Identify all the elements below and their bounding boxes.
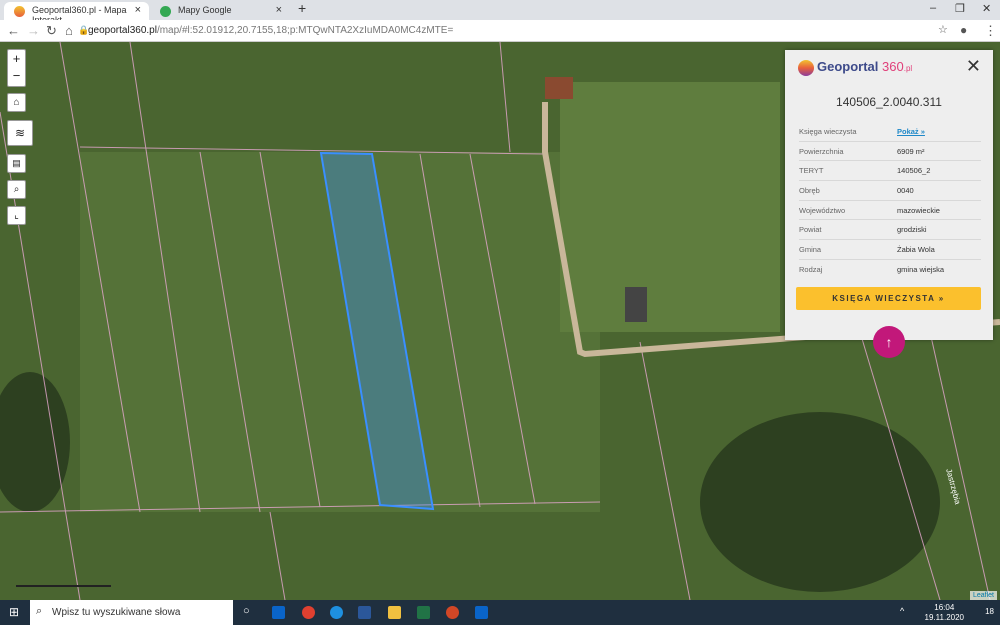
attribute-value: Żabia Wola bbox=[897, 244, 935, 254]
outlook-mail-icon[interactable] bbox=[475, 606, 488, 619]
reload-icon[interactable]: ↻ bbox=[46, 23, 57, 39]
parcel-id: 140506_2.0040.311 bbox=[836, 95, 942, 109]
attribute-row: Obręb 0040 bbox=[799, 181, 981, 201]
file-explorer-icon[interactable] bbox=[388, 606, 401, 619]
logo-suffix: .pl bbox=[903, 64, 913, 73]
attribute-label: Powierzchnia bbox=[799, 146, 844, 156]
print-icon[interactable]: ▤ bbox=[7, 154, 26, 173]
home-view-icon[interactable]: ⌂ bbox=[7, 93, 26, 112]
scale-bar bbox=[16, 585, 111, 587]
attribution-link[interactable]: Leaflet bbox=[969, 591, 997, 600]
taskbar-search[interactable]: ⌕ Wpisz tu wyszukiwane słowa bbox=[30, 600, 233, 625]
tab-label: Mapy Google bbox=[178, 5, 232, 15]
url-field[interactable]: geoportal360.pl/map/#l:52.01912,20.7155,… bbox=[88, 25, 453, 36]
measure-icon[interactable]: ⌞ bbox=[7, 206, 26, 225]
task-view-icon[interactable]: ○ bbox=[243, 605, 250, 617]
google-maps-favicon-icon bbox=[160, 6, 171, 17]
search-icon[interactable]: ⌕ bbox=[7, 180, 26, 199]
scroll-up-button[interactable]: ↑ bbox=[873, 326, 905, 358]
attribute-row: Powierzchnia 6909 m² bbox=[799, 142, 981, 162]
attribute-label: Powiat bbox=[799, 225, 822, 235]
attribute-value: 6909 m² bbox=[897, 146, 925, 156]
address-bar: ← → ↻ ⌂ 🔒 geoportal360.pl/map/#l:52.0191… bbox=[0, 20, 1000, 42]
back-icon[interactable]: ← bbox=[7, 23, 20, 38]
bookmark-star-icon[interactable]: ☆ bbox=[938, 23, 948, 36]
home-icon[interactable]: ⌂ bbox=[65, 23, 73, 38]
minimize-button[interactable]: – bbox=[930, 2, 936, 14]
attribute-value[interactable]: Pokaż » bbox=[897, 127, 925, 136]
attribute-label: Rodzaj bbox=[799, 265, 823, 275]
profile-icon[interactable]: ● bbox=[960, 23, 967, 37]
time: 16:04 bbox=[934, 603, 955, 612]
new-tab-button[interactable]: + bbox=[298, 0, 306, 16]
zoom-control: + − bbox=[7, 49, 26, 87]
url-path: /map/#l:52.01912,20.7155,18;p:MTQwNTA2Xz… bbox=[156, 25, 454, 36]
geoportal-favicon-icon bbox=[14, 6, 25, 17]
logo-num: 360 bbox=[882, 59, 904, 74]
attribute-label: Obręb bbox=[799, 185, 820, 195]
attribute-row: TERYT 140506_2 bbox=[799, 161, 981, 182]
attribute-row: Księga wieczysta Pokaż » bbox=[799, 122, 981, 142]
parcel-info-panel: Geoportal 360.pl ✕ 140506_2.0040.311 Ksi… bbox=[785, 50, 993, 340]
attribute-label: TERYT bbox=[799, 166, 824, 176]
edge-icon[interactable] bbox=[330, 606, 343, 619]
excel-icon[interactable] bbox=[417, 606, 430, 619]
url-host: geoportal360.pl bbox=[88, 25, 157, 36]
search-icon: ⌕ bbox=[36, 605, 43, 617]
attribute-value: gmina wiejska bbox=[897, 265, 945, 275]
word-icon[interactable] bbox=[358, 606, 371, 619]
close-tab-icon[interactable]: × bbox=[276, 4, 282, 16]
attribute-row: Powiat grodziski bbox=[799, 220, 981, 241]
search-placeholder: Wpisz tu wyszukiwane słowa bbox=[52, 607, 181, 618]
attribute-label: Gmina bbox=[799, 244, 822, 254]
tab-google-maps[interactable]: Mapy Google × bbox=[150, 2, 290, 20]
attribute-value: 0040 bbox=[897, 185, 914, 195]
logo-icon bbox=[798, 59, 814, 76]
date: 19.11.2020 bbox=[924, 613, 964, 622]
powerpoint-icon[interactable] bbox=[446, 606, 459, 619]
window-close-button[interactable]: ✕ bbox=[982, 2, 991, 15]
zoom-out-button[interactable]: − bbox=[8, 67, 25, 84]
land-register-button[interactable]: KSIĘGA WIECZYSTA » bbox=[796, 287, 981, 310]
attribute-row: Gmina Żabia Wola bbox=[799, 240, 981, 260]
clock[interactable]: 16:04 19.11.2020 bbox=[925, 603, 964, 623]
chrome-icon[interactable] bbox=[302, 606, 315, 619]
attribute-label: Województwo bbox=[799, 205, 846, 215]
layers-icon[interactable]: ≋ bbox=[7, 120, 33, 146]
forward-icon[interactable]: → bbox=[27, 23, 40, 38]
zoom-in-button[interactable]: + bbox=[8, 50, 25, 67]
tab-geoportal[interactable]: Geoportal360.pl - Mapa Interakt× bbox=[4, 2, 149, 25]
attribute-value: 140506_2 bbox=[897, 166, 931, 176]
restore-button[interactable]: ❐ bbox=[955, 2, 965, 15]
tray-chevron-icon[interactable]: ^ bbox=[900, 606, 904, 616]
tab-bar: Geoportal360.pl - Mapa Interakt× Mapy Go… bbox=[0, 0, 1000, 25]
windows-start-icon[interactable]: ⊞ bbox=[9, 605, 19, 619]
close-tab-icon[interactable]: × bbox=[135, 4, 141, 16]
outlook-icon[interactable] bbox=[272, 606, 285, 619]
taskbar: ⊞ ⌕ Wpisz tu wyszukiwane słowa ○ ^ 16:04 1… bbox=[0, 600, 1000, 625]
notification-center-icon[interactable]: 18 bbox=[985, 607, 994, 616]
menu-icon[interactable]: ⋮ bbox=[984, 23, 997, 39]
parcel-attributes: Księga wieczysta Pokaż » Powierzchnia 6909 … bbox=[799, 122, 981, 280]
attribute-value: grodziski bbox=[897, 225, 927, 235]
attribute-label: Księga wieczysta bbox=[799, 126, 857, 136]
attribute-row: Rodzaj gmina wiejska bbox=[799, 260, 981, 280]
geoportal-logo: Geoportal 360.pl bbox=[798, 59, 912, 76]
attribute-row: Województwo mazowieckie bbox=[799, 201, 981, 221]
close-panel-icon[interactable]: ✕ bbox=[966, 56, 981, 77]
logo-text: Geoportal bbox=[817, 59, 879, 74]
attribute-value: mazowieckie bbox=[897, 205, 940, 215]
